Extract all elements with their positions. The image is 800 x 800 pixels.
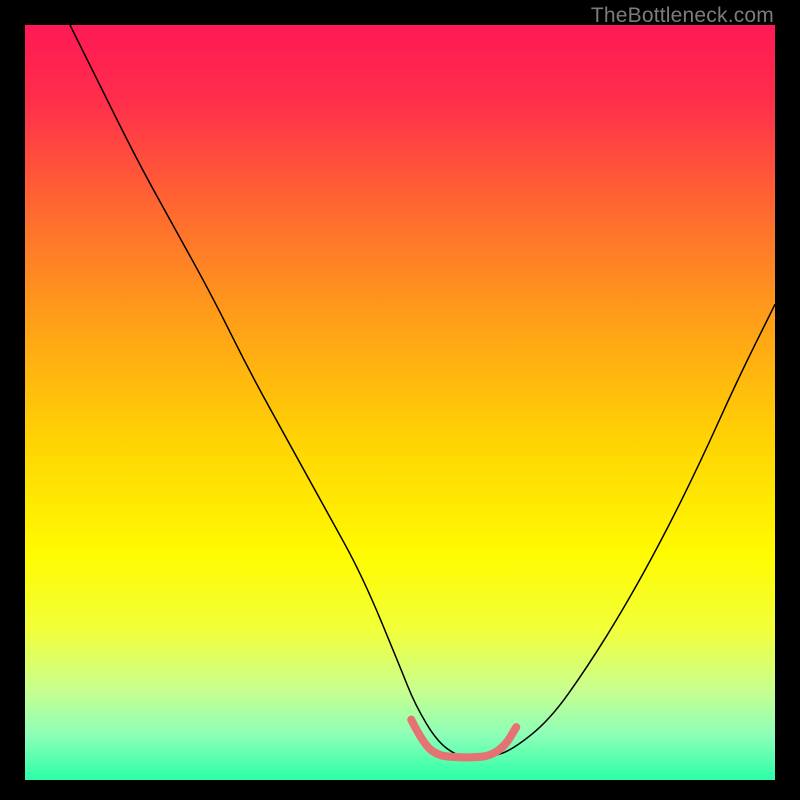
watermark-text: TheBottleneck.com	[591, 4, 774, 28]
plot-area	[25, 25, 775, 780]
chart-container: TheBottleneck.com	[0, 0, 800, 800]
curve-layer	[25, 25, 775, 780]
bottleneck-curve	[70, 25, 775, 757]
